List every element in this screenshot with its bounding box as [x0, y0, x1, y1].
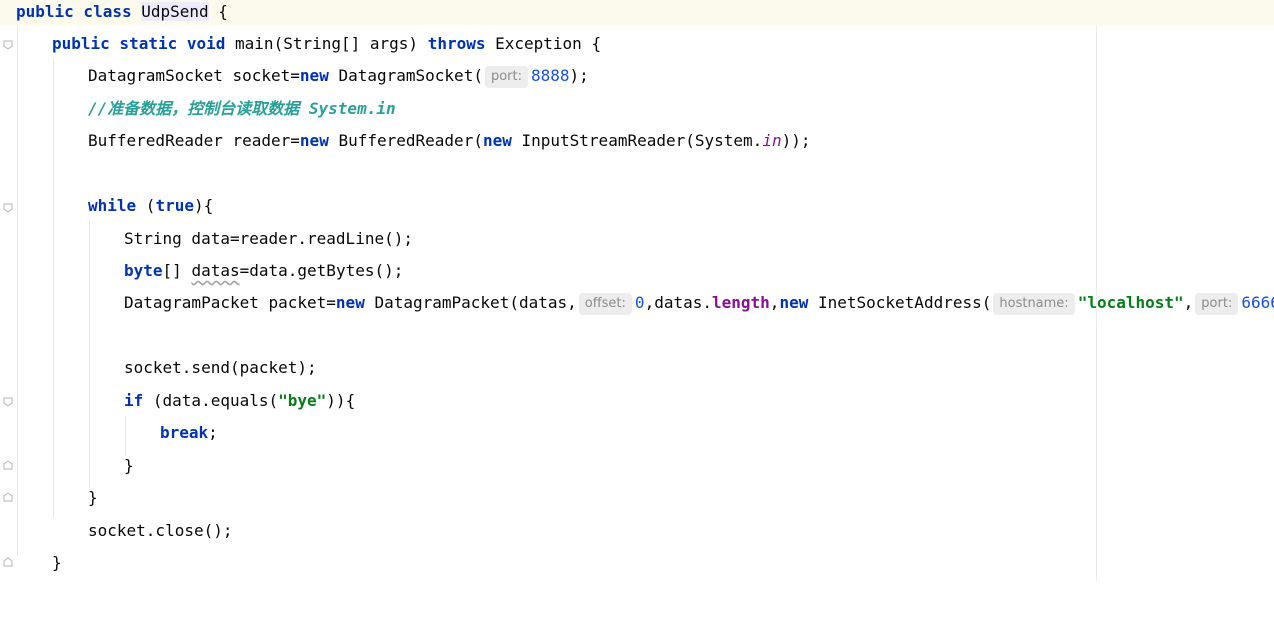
code-text: )){: [326, 391, 356, 410]
code-text: (data.equals(: [143, 391, 279, 410]
code-line[interactable]: if (data.equals("bye")){: [0, 389, 1274, 421]
code-line[interactable]: }: [0, 454, 1274, 486]
code-text: }: [52, 553, 62, 572]
keyword: break: [160, 423, 209, 442]
code-line[interactable]: }: [0, 486, 1274, 518]
code-line[interactable]: socket.send(packet);: [0, 356, 1274, 388]
code-line[interactable]: while (true){: [0, 194, 1274, 226]
static-field: in: [762, 131, 782, 150]
code-text: ;: [208, 423, 218, 442]
keyword: new: [335, 293, 365, 312]
keyword: public static void: [52, 34, 236, 53]
code-text: socket.close();: [88, 521, 233, 540]
keyword: if: [124, 391, 144, 410]
code-text: InetSocketAddress(: [808, 293, 992, 312]
keyword: new: [779, 293, 809, 312]
code-text: ,datas.: [644, 293, 712, 312]
code-text: DatagramSocket socket=: [88, 66, 300, 85]
code-text: socket.send(packet);: [124, 358, 317, 377]
code-text: {: [208, 2, 228, 21]
number-literal: 6666: [1241, 293, 1274, 312]
keyword: new: [299, 131, 329, 150]
code-text: DatagramSocket(: [328, 66, 483, 85]
parameter-hint: hostname:: [993, 293, 1075, 315]
keyword: true: [155, 196, 194, 215]
code-text: BufferedReader(: [328, 131, 483, 150]
comment: //准备数据，控制台读取数据 System.in: [88, 99, 396, 118]
code-line[interactable]: byte[] datas=data.getBytes();: [0, 259, 1274, 291]
code-editor[interactable]: public class UdpSend { public static voi…: [0, 0, 1274, 581]
code-text: }: [88, 488, 98, 507]
code-line[interactable]: public static void main(String[] args) t…: [0, 32, 1274, 64]
keyword: new: [299, 66, 329, 85]
code-line[interactable]: DatagramSocket socket=new DatagramSocket…: [0, 64, 1274, 96]
code-text: []: [162, 261, 192, 280]
code-text: =data.getBytes();: [239, 261, 404, 280]
keyword: new: [482, 131, 512, 150]
code-line[interactable]: public class UdpSend {: [0, 0, 1274, 25]
code-line[interactable]: }: [0, 551, 1274, 581]
string-literal: "bye": [278, 391, 327, 410]
code-text: ,: [769, 293, 780, 312]
code-line[interactable]: DatagramPacket packet=new DatagramPacket…: [0, 291, 1274, 323]
code-line[interactable]: socket.close();: [0, 519, 1274, 551]
code-text: InputStreamReader(System.: [511, 131, 763, 150]
code-line[interactable]: break;: [0, 421, 1274, 453]
code-text: BufferedReader reader=: [88, 131, 300, 150]
code-text: ));: [781, 131, 811, 150]
code-text: ){: [193, 196, 214, 215]
code-text: String data=reader.readLine();: [124, 229, 413, 248]
code-text: Exception {: [485, 34, 602, 53]
code-text: }: [124, 456, 134, 475]
field: length: [712, 293, 770, 312]
keyword: throws: [427, 34, 486, 53]
number-literal: 8888: [530, 66, 570, 85]
keyword: byte: [124, 261, 163, 280]
code-text: main(String[] args): [235, 34, 428, 53]
number-literal: 0: [634, 293, 645, 312]
parameter-hint: port:: [484, 66, 528, 88]
warning-variable: datas: [191, 261, 240, 280]
code-text: DatagramPacket packet=: [124, 293, 336, 312]
keyword: public class: [16, 2, 142, 21]
string-literal: "localhost": [1077, 293, 1184, 312]
keyword: while: [88, 196, 137, 215]
parameter-hint: port:: [1195, 293, 1239, 315]
code-text: ,: [1183, 293, 1194, 312]
code-text: DatagramPacket(datas,: [364, 293, 577, 312]
code-line[interactable]: String data=reader.readLine();: [0, 227, 1274, 259]
code-text: );: [569, 66, 589, 85]
code-line[interactable]: //准备数据，控制台读取数据 System.in: [0, 97, 1274, 129]
code-line[interactable]: BufferedReader reader=new BufferedReader…: [0, 129, 1274, 161]
code-text: (: [136, 196, 156, 215]
class-name: UdpSend: [141, 2, 209, 21]
parameter-hint: offset:: [578, 293, 632, 315]
